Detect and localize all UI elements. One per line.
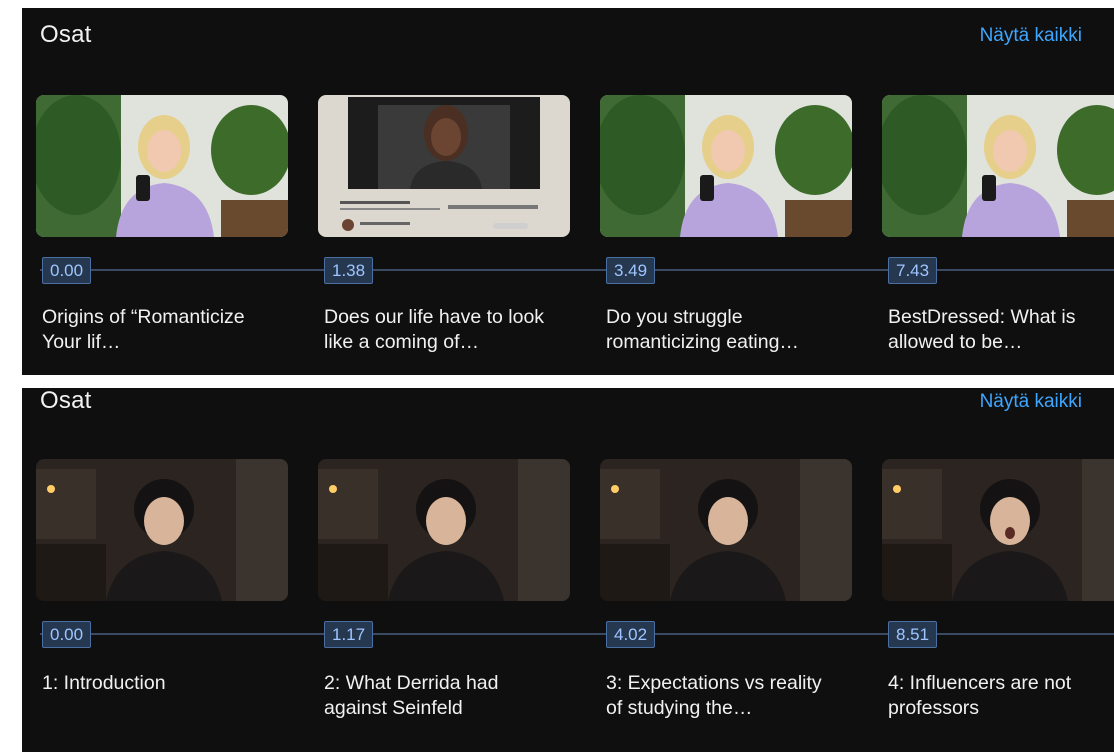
chapter-timestamp[interactable]: 8.51 [888,621,938,648]
chapter-title: 2: What Derrida had against Seinfeld [324,672,499,719]
chapter-timestamp[interactable]: 0.00 [42,257,92,284]
chapter-timestamp[interactable]: 1.38 [324,257,374,284]
chapter-list: 0.00 1.38 3.49 7.43 Origins of “Romantic… [36,8,1114,375]
chapter-thumbnail [600,459,852,601]
chapter-title: BestDressed: What is allowed to be… [888,306,1076,353]
chapter-thumbnail [36,95,288,237]
chapter-title: 1: Introduction [42,672,166,694]
chapter-title: Origins of “Romanticize Your lif… [42,306,245,353]
chapter-title: 4: Influencers are not professors [888,672,1072,719]
chapter-thumbnail [318,95,570,237]
chapter-title: Does our life have to look like a coming… [324,306,545,353]
chapter-timestamp[interactable]: 7.43 [888,257,938,284]
chapters-panel-top: Osat Näytä kaikki 0.00 1.38 3.49 7.43 Or… [22,8,1114,375]
chapter-timestamp[interactable]: 4.02 [606,621,656,648]
chapter-list: 0.00 1.17 4.02 8.51 1: Introduction 2: W… [36,388,1114,752]
chapter-timestamp[interactable]: 1.17 [324,621,374,648]
chapter-thumbnail [882,459,1114,601]
chapter-thumbnail [36,459,288,601]
chapter-title: 3: Expectations vs reality of studying t… [606,672,822,719]
chapter-timestamp[interactable]: 0.00 [42,621,92,648]
chapters-panel-bottom: Osat Näytä kaikki 0.00 1.17 4.02 8.51 1:… [22,388,1114,752]
chapter-thumbnail [882,95,1114,237]
chapter-thumbnail [600,95,852,237]
chapter-thumbnail [318,459,570,601]
chapter-timestamp[interactable]: 3.49 [606,257,656,284]
chapter-title: Do you struggle romanticizing eating… [606,306,799,353]
